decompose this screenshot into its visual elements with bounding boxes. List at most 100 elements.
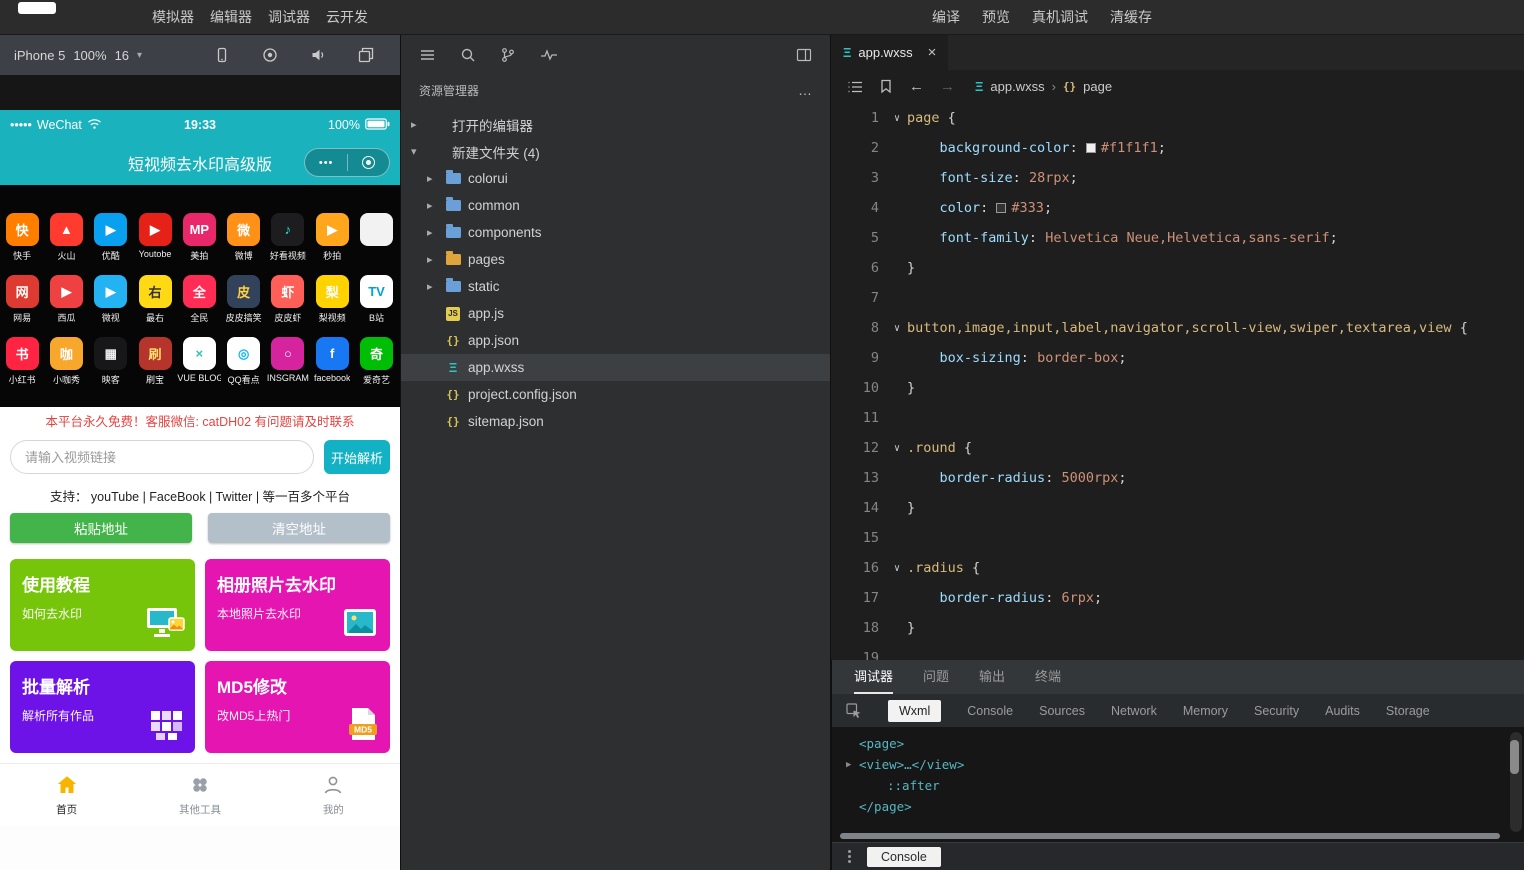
- tabbar-home[interactable]: 首页: [0, 764, 133, 825]
- tree-item-colorui[interactable]: ▸ colorui: [401, 165, 830, 192]
- tree-item-app-wxss[interactable]: Ξapp.wxss: [401, 354, 830, 381]
- fold-arrow-icon[interactable]: ∨: [887, 563, 907, 574]
- tabbar-profile[interactable]: 我的: [267, 764, 400, 825]
- platform-item[interactable]: 奇爱奇艺: [354, 337, 398, 399]
- wxml-node[interactable]: ▶ <view>…</view>: [832, 754, 1524, 775]
- devtools-tab-console[interactable]: Console: [967, 704, 1013, 718]
- device-selector[interactable]: iPhone 5 100% 16 ▾: [14, 48, 142, 63]
- breadcrumb-item[interactable]: page: [1083, 79, 1112, 94]
- git-branch-icon[interactable]: [500, 47, 516, 63]
- platform-item[interactable]: 全全民: [177, 275, 221, 337]
- menu-compile[interactable]: 编译: [932, 7, 960, 27]
- parse-button[interactable]: 开始解析: [324, 440, 390, 474]
- tree-item-open-editors[interactable]: ▸ 打开的编辑器: [401, 111, 830, 138]
- scrollbar-thumb[interactable]: [1509, 740, 1519, 774]
- album-watermark-card[interactable]: 相册照片去水印 本地照片去水印: [205, 559, 390, 651]
- devtools-tab-storage[interactable]: Storage: [1386, 704, 1430, 718]
- batch-parse-card[interactable]: 批量解析 解析所有作品: [10, 661, 195, 753]
- bookmark-icon[interactable]: [879, 79, 893, 94]
- outline-icon[interactable]: [847, 80, 863, 94]
- menu-preview[interactable]: 预览: [982, 7, 1010, 27]
- wxml-node[interactable]: ::after: [832, 775, 1524, 796]
- platform-item[interactable]: [354, 213, 398, 275]
- inspect-icon[interactable]: [846, 702, 862, 719]
- activity-icon[interactable]: [540, 47, 558, 63]
- platform-item[interactable]: ▶ 优酷: [89, 213, 133, 275]
- menu-editor[interactable]: 编辑器: [210, 7, 252, 27]
- tree-item-pages[interactable]: ▸ pages: [401, 246, 830, 273]
- devtools-tab-wxml[interactable]: Wxml: [888, 699, 942, 722]
- menu-icon[interactable]: [419, 47, 436, 63]
- fold-arrow-icon[interactable]: ∨: [887, 113, 907, 124]
- vertical-dots-icon[interactable]: [848, 855, 851, 858]
- platform-item[interactable]: 皮皮皮搞笑: [221, 275, 265, 337]
- tab-app-wxss[interactable]: Ξ app.wxss ×: [831, 35, 949, 70]
- search-icon[interactable]: [460, 47, 476, 63]
- tree-item-project-config-json[interactable]: {} project.config.json: [401, 381, 830, 408]
- devtools-tab-security[interactable]: Security: [1254, 704, 1299, 718]
- devtools-tab-sources[interactable]: Sources: [1039, 704, 1085, 718]
- platform-item[interactable]: ○ INSGRAM: [266, 337, 310, 399]
- devtools-tab-network[interactable]: Network: [1111, 704, 1157, 718]
- more-icon[interactable]: •••: [319, 157, 334, 169]
- device-icon[interactable]: [214, 47, 230, 63]
- menu-debugger[interactable]: 调试器: [268, 7, 310, 27]
- platform-item[interactable]: 书小红书: [0, 337, 44, 399]
- tutorial-card[interactable]: 使用教程 如何去水印: [10, 559, 195, 651]
- platform-item[interactable]: 虾皮皮虾: [266, 275, 310, 337]
- platform-item[interactable]: ▶ 西瓜: [44, 275, 88, 337]
- platform-item[interactable]: × VUE BLOG: [177, 337, 221, 399]
- forward-arrow-icon[interactable]: →: [940, 78, 955, 95]
- expand-arrow-icon[interactable]: ▶: [846, 760, 859, 770]
- screenshot-icon[interactable]: [358, 47, 374, 63]
- tree-item-static[interactable]: ▸ static: [401, 273, 830, 300]
- platform-item[interactable]: ▶ Youtobe: [133, 213, 177, 275]
- fold-arrow-icon[interactable]: ∨: [887, 323, 907, 334]
- panel-tab-output[interactable]: 输出: [979, 666, 1005, 694]
- tabbar-tools[interactable]: 其他工具: [133, 764, 266, 825]
- platform-item[interactable]: 右最右: [133, 275, 177, 337]
- devtools-tab-audits[interactable]: Audits: [1325, 704, 1360, 718]
- drawer-tab-console[interactable]: Console: [867, 846, 941, 867]
- menu-real-device-debug[interactable]: 真机调试: [1032, 7, 1088, 27]
- tree-item-new-folder[interactable]: ▾ 新建文件夹 (4): [401, 138, 830, 165]
- menu-clear-cache[interactable]: 清缓存: [1110, 7, 1152, 27]
- panel-tab-issues[interactable]: 问题: [923, 666, 949, 694]
- capsule-button[interactable]: •••: [304, 148, 390, 177]
- vertical-scrollbar[interactable]: [1509, 732, 1522, 832]
- back-arrow-icon[interactable]: ←: [909, 78, 924, 95]
- wxml-node[interactable]: <page>: [832, 733, 1524, 754]
- platform-item[interactable]: 快快手: [0, 213, 44, 275]
- video-link-input[interactable]: [10, 440, 314, 474]
- platform-item[interactable]: 梨梨视频: [310, 275, 354, 337]
- platform-item[interactable]: ♪ 好看视频: [266, 213, 310, 275]
- md5-modify-card[interactable]: MD5修改 改MD5上热门 MD5: [205, 661, 390, 753]
- panel-tab-terminal[interactable]: 终端: [1035, 666, 1061, 694]
- screen-record-icon[interactable]: [262, 47, 278, 63]
- platform-item[interactable]: TV B站: [354, 275, 398, 337]
- platform-item[interactable]: ◎ QQ看点: [221, 337, 265, 399]
- clear-address-button[interactable]: 清空地址: [208, 513, 390, 543]
- platform-item[interactable]: MP 美拍: [177, 213, 221, 275]
- tree-item-components[interactable]: ▸ components: [401, 219, 830, 246]
- sound-icon[interactable]: [310, 47, 326, 63]
- tree-item-app-json[interactable]: {} app.json: [401, 327, 830, 354]
- platform-item[interactable]: ▶ 微视: [89, 275, 133, 337]
- platform-item[interactable]: ▦ 映客: [89, 337, 133, 399]
- split-editor-icon[interactable]: [796, 47, 812, 63]
- platform-item[interactable]: 咖小咖秀: [44, 337, 88, 399]
- platform-item[interactable]: 网网易: [0, 275, 44, 337]
- menu-simulator[interactable]: 模拟器: [152, 7, 194, 27]
- tree-item-common[interactable]: ▸ common: [401, 192, 830, 219]
- paste-address-button[interactable]: 粘贴地址: [10, 513, 192, 543]
- platform-item[interactable]: ▶ 秒拍: [310, 213, 354, 275]
- platform-item[interactable]: f facebook: [310, 337, 354, 399]
- devtools-tab-memory[interactable]: Memory: [1183, 704, 1228, 718]
- wxml-node[interactable]: </page>: [832, 796, 1524, 817]
- menu-cloud-dev[interactable]: 云开发: [326, 7, 368, 27]
- close-icon[interactable]: ×: [928, 44, 937, 61]
- tree-item-sitemap-json[interactable]: {} sitemap.json: [401, 408, 830, 435]
- horizontal-scrollbar[interactable]: [840, 833, 1500, 839]
- platform-item[interactable]: 微微博: [221, 213, 265, 275]
- fold-arrow-icon[interactable]: ∨: [887, 443, 907, 454]
